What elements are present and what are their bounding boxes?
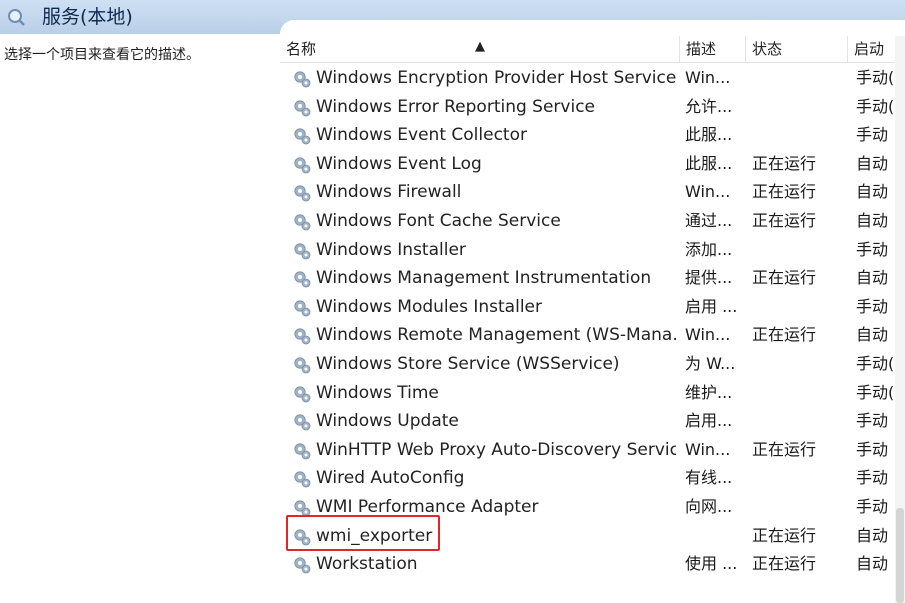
service-row[interactable]: Windows Management Instrumentation 提供... 正… xyxy=(280,264,905,293)
vertical-scrollbar[interactable] xyxy=(895,36,905,603)
service-gear-icon xyxy=(292,555,312,575)
service-name: Windows Firewall xyxy=(316,182,462,203)
service-description: Win... xyxy=(685,325,731,345)
service-status xyxy=(752,379,842,408)
service-description: 允许... xyxy=(685,96,733,116)
service-gear-icon xyxy=(292,298,312,318)
service-gear-icon xyxy=(292,269,312,289)
service-row[interactable]: Windows Event Log 此服... 正在运行 自动 xyxy=(280,150,905,179)
service-row[interactable]: Windows Store Service (WSService) 为 W... 手… xyxy=(280,350,905,379)
service-gear-icon xyxy=(292,212,312,232)
service-description: 通过... xyxy=(685,210,733,230)
service-status: 正在运行 xyxy=(752,268,817,288)
service-row[interactable]: Windows Event Collector 此服... 手动 xyxy=(280,121,905,150)
service-status xyxy=(752,493,842,522)
sort-ascending-icon: ▲ xyxy=(475,39,485,54)
service-description: 启用... xyxy=(685,411,733,431)
column-header-description[interactable]: 描述 xyxy=(680,36,746,62)
column-header-name-label: 名称 xyxy=(286,40,317,58)
description-text: 选择一个项目来查看它的描述。 xyxy=(4,47,200,63)
service-name: Windows Font Cache Service xyxy=(316,210,561,231)
service-status xyxy=(752,93,842,122)
service-description xyxy=(685,522,747,551)
service-gear-icon xyxy=(292,469,312,489)
column-header-row: 名称 ▲ 描述 状态 启动 xyxy=(280,36,905,63)
service-row[interactable]: Wired AutoConfig 有线... 手动 xyxy=(280,464,905,493)
service-row[interactable]: Windows Firewall Win... 正在运行 自动 xyxy=(280,178,905,207)
service-name: Windows Store Service (WSService) xyxy=(316,353,620,374)
service-description: 启用 ... xyxy=(685,296,738,316)
scrollbar-thumb[interactable] xyxy=(896,508,904,603)
service-gear-icon xyxy=(292,326,312,346)
service-description: 向网... xyxy=(685,496,733,516)
service-gear-icon xyxy=(292,241,312,261)
service-name: Windows Event Log xyxy=(316,153,482,174)
service-description: Win... xyxy=(685,68,731,87)
magnifier-icon xyxy=(8,9,25,26)
service-description: 此服... xyxy=(685,125,733,145)
service-name: Workstation xyxy=(316,554,418,575)
service-row[interactable]: Windows Encryption Provider Host Service… xyxy=(280,64,905,93)
service-row[interactable]: Windows Modules Installer 启用 ... 手动 xyxy=(280,293,905,322)
highlight-box xyxy=(286,515,440,551)
service-description: 使用 ... xyxy=(685,554,738,574)
service-status xyxy=(752,293,842,322)
service-gear-icon xyxy=(292,183,312,203)
column-header-name[interactable]: 名称 ▲ xyxy=(280,36,680,62)
service-row[interactable]: WinHTTP Web Proxy Auto-Discovery Service… xyxy=(280,436,905,465)
service-description: 维护... xyxy=(685,382,733,402)
service-name: Windows Update xyxy=(316,411,459,432)
service-status: 正在运行 xyxy=(752,525,817,545)
service-gear-icon xyxy=(292,355,312,375)
service-status: 正在运行 xyxy=(752,325,817,345)
description-pane: 选择一个项目来查看它的描述。 xyxy=(0,34,280,603)
service-status xyxy=(752,121,842,150)
page-title: 服务(本地) xyxy=(42,6,133,28)
service-row[interactable]: Windows Installer 添加... 手动 xyxy=(280,236,905,265)
service-gear-icon xyxy=(292,126,312,146)
service-name: Windows Remote Management (WS-Mana... xyxy=(316,325,676,346)
service-status xyxy=(752,64,842,93)
service-row[interactable]: Windows Font Cache Service 通过... 正在运行 自动 xyxy=(280,207,905,236)
service-status: 正在运行 xyxy=(752,153,817,173)
service-description: Win... xyxy=(685,439,731,459)
column-header-status[interactable]: 状态 xyxy=(746,36,848,62)
service-status: 正在运行 xyxy=(752,554,817,574)
service-gear-icon xyxy=(292,98,312,118)
service-name: Windows Installer xyxy=(316,239,466,260)
service-name: Windows Time xyxy=(316,382,439,403)
service-name: Windows Error Reporting Service xyxy=(316,96,596,117)
service-description: Win... xyxy=(685,182,731,202)
service-name: Windows Encryption Provider Host Service xyxy=(316,68,676,88)
service-name: Windows Management Instrumentation xyxy=(316,268,652,289)
service-gear-icon xyxy=(292,69,312,89)
service-row[interactable]: Workstation 使用 ... 正在运行 自动 xyxy=(280,550,905,579)
service-row[interactable]: Windows Time 维护... 手动( xyxy=(280,379,905,408)
service-status xyxy=(752,464,842,493)
service-status xyxy=(752,350,842,379)
service-description: 此服... xyxy=(685,153,733,173)
service-name: Wired AutoConfig xyxy=(316,468,465,489)
service-status xyxy=(752,407,842,436)
service-status: 正在运行 xyxy=(752,182,817,202)
service-description: 为 W... xyxy=(685,353,736,373)
service-gear-icon xyxy=(292,155,312,175)
service-gear-icon xyxy=(292,412,312,432)
service-description: 有线... xyxy=(685,468,733,488)
service-description: 添加... xyxy=(685,239,733,259)
service-status xyxy=(752,236,842,265)
service-rows: Windows Encryption Provider Host Service… xyxy=(280,64,905,579)
service-name: WinHTTP Web Proxy Auto-Discovery Service xyxy=(316,439,676,460)
service-name: Windows Modules Installer xyxy=(316,296,542,317)
service-description: 提供... xyxy=(685,268,733,288)
service-name: Windows Event Collector xyxy=(316,125,527,146)
service-status: 正在运行 xyxy=(752,210,817,230)
service-status: 正在运行 xyxy=(752,439,817,459)
service-row[interactable]: Windows Error Reporting Service 允许... 手动( xyxy=(280,93,905,122)
service-row[interactable]: Windows Update 启用... 手动 xyxy=(280,407,905,436)
service-row[interactable]: Windows Remote Management (WS-Mana... Win… xyxy=(280,321,905,350)
service-gear-icon xyxy=(292,441,312,461)
service-gear-icon xyxy=(292,384,312,404)
